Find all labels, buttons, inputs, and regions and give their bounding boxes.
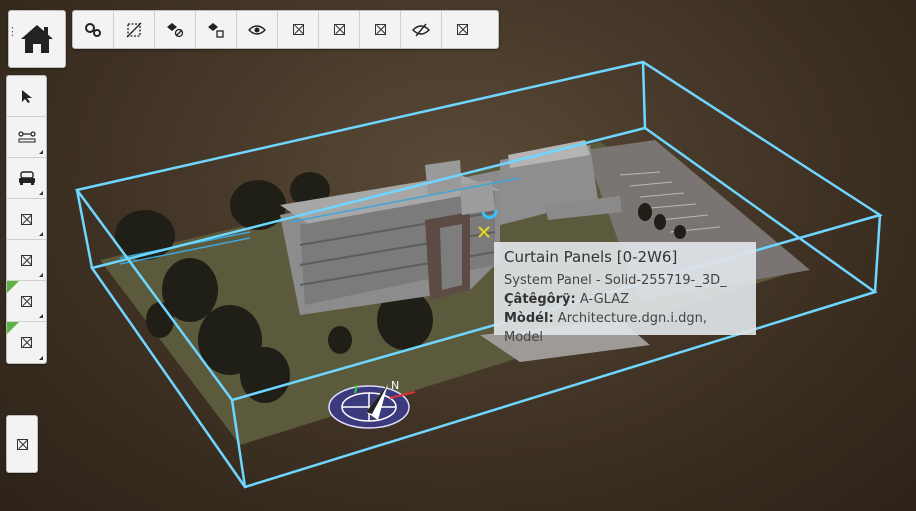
placeholder-icon [457,24,468,35]
walk-car-icon [18,171,35,185]
toolbar-button-10[interactable] [442,11,483,48]
clip-volume-button[interactable] [114,11,155,48]
isolate-element-button[interactable] [196,11,237,48]
top-toolbar [72,10,499,49]
isolate-element-icon [208,22,224,38]
measure-icon [17,131,36,143]
placeholder-icon [374,24,386,35]
clip-volume-icon [126,22,142,37]
settings-gears-icon [85,22,101,37]
hide-element-button[interactable] [155,11,196,48]
placeholder-icon [292,24,304,35]
left-tool-button-7[interactable] [7,322,46,363]
expand-indicator [39,232,43,236]
walk-tool-button[interactable] [7,158,46,199]
svg-text:N: N [391,379,399,392]
settings-gears-button[interactable] [73,11,114,48]
placeholder-icon [21,254,32,266]
category-label: Çâtêgôrÿ: [504,292,576,307]
placeholder-icon [21,213,32,225]
show-all-button[interactable] [237,11,278,48]
tooltip-title: Curtain Panels [0-2W6] [504,248,678,266]
expand-indicator [39,150,43,154]
expand-indicator [39,356,43,360]
home-button[interactable] [8,10,66,68]
panel-grip-icon: ⋮ [7,25,18,38]
hide-element-icon [167,22,184,37]
placeholder-icon [21,295,32,307]
select-tool-button[interactable] [7,76,46,117]
left-tool-button-5[interactable] [7,240,46,281]
category-value: A-GLAZ [579,292,630,307]
left-toolbar [6,75,47,364]
3d-viewport[interactable]: N [0,0,916,511]
status-flag-icon [7,322,19,334]
placeholder-icon [333,24,345,35]
toolbar-button-6[interactable] [278,11,319,48]
select-cursor-icon [21,90,32,103]
expand-indicator [39,314,43,318]
tooltip-line: System Panel - Solid-255719-_3D_ [504,273,727,288]
left-tool-button-6[interactable] [7,281,46,322]
placeholder-icon [21,337,32,348]
placeholder-icon [16,438,28,450]
toolbar-button-8[interactable] [360,11,401,48]
bottom-tool-button[interactable] [6,415,38,473]
toolbar-button-7[interactable] [319,11,360,48]
status-flag-icon [7,281,19,293]
hide-toggle-button[interactable] [401,11,442,48]
expand-indicator [39,191,43,195]
tooltip-category: Çâtêgôrÿ: A-GLAZ [504,290,746,309]
tooltip-model: Mòdél: Architecture.dgn.i.dgn, Model [504,309,746,347]
eye-icon [248,24,266,35]
home-icon [21,25,53,53]
left-tool-button-4[interactable] [7,199,46,240]
expand-indicator [39,273,43,277]
eye-hidden-icon [412,23,430,36]
element-tooltip: Curtain Panels [0-2W6] System Panel - So… [494,242,756,345]
measure-tool-button[interactable] [7,117,46,158]
model-label: Mòdél: [504,311,554,326]
